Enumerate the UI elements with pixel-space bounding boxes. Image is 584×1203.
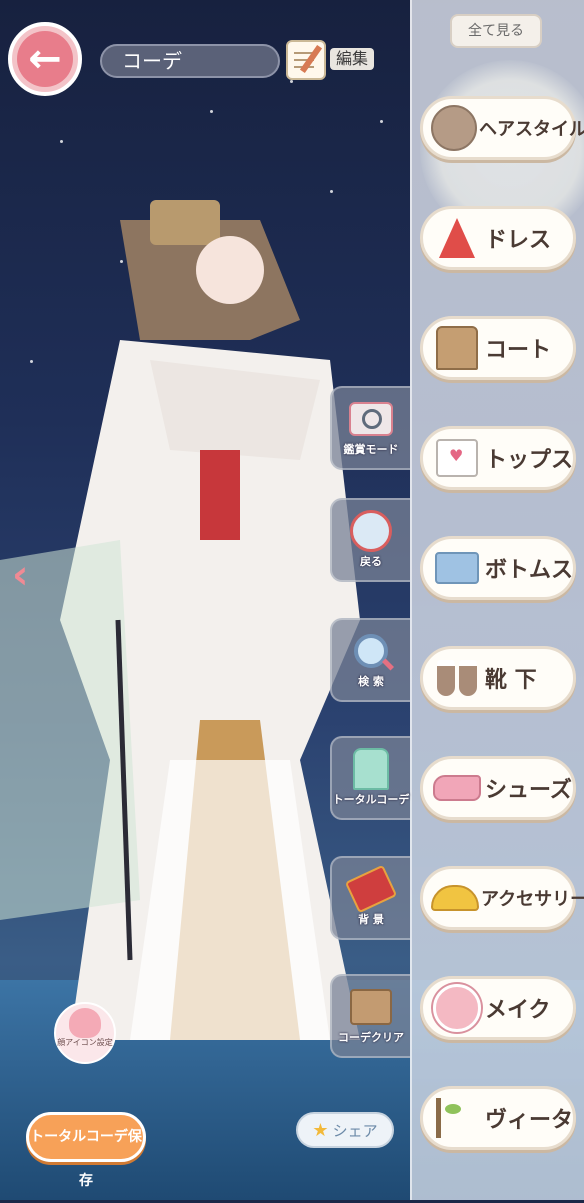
category-tops[interactable]: トップス: [420, 426, 576, 490]
star: [210, 110, 213, 113]
clear-outfit-button[interactable]: コーデクリア: [330, 974, 410, 1058]
face-icon-setting-button[interactable]: 顔アイコン設定: [54, 1002, 116, 1064]
socks-icon: [431, 652, 483, 704]
coat-icon: [431, 322, 483, 374]
category-label: ボトムス: [484, 558, 573, 583]
see-all-button[interactable]: 全て見る: [450, 14, 542, 48]
category-vita[interactable]: ヴィータ: [420, 1086, 576, 1150]
undo-icon: [349, 510, 393, 552]
category-label: メイク: [485, 998, 551, 1023]
edit-button[interactable]: 編集: [286, 40, 378, 82]
save-total-outfit-button[interactable]: トータルコーデ保存: [26, 1112, 146, 1189]
total-outfit-button[interactable]: トータルコーデ: [330, 736, 410, 820]
category-accessory[interactable]: アクセサリー: [420, 866, 584, 930]
notepad-pencil-icon: [286, 40, 326, 80]
category-dress[interactable]: ドレス: [420, 206, 576, 270]
edit-label: 編集: [330, 48, 375, 70]
category-shoes[interactable]: シューズ: [420, 756, 576, 820]
share-button[interactable]: ★ シェア: [296, 1112, 394, 1148]
background-button[interactable]: 背 景: [330, 856, 410, 940]
category-label: コート: [485, 338, 552, 363]
side-tool-label: 検 索: [358, 675, 384, 688]
makeup-icon: [431, 982, 483, 1034]
view-mode-button[interactable]: 鑑賞モード: [330, 386, 410, 470]
tops-icon: [431, 432, 483, 484]
previous-arrow-icon[interactable]: ‹: [12, 550, 42, 600]
side-tool-label: 背 景: [358, 913, 384, 926]
hair-icon: [431, 102, 477, 154]
category-socks[interactable]: 靴 下: [420, 646, 576, 710]
star: [330, 190, 333, 193]
category-hair[interactable]: ヘアスタイル: [420, 96, 584, 160]
category-makeup[interactable]: メイク: [420, 976, 576, 1040]
camera-icon: [349, 399, 393, 439]
share-label: シェア: [332, 1121, 378, 1140]
star-icon: ★: [312, 1119, 329, 1141]
category-label: アクセサリー: [481, 889, 584, 910]
vita-icon: [431, 1092, 483, 1144]
shoes-icon: [431, 762, 483, 814]
undo-button[interactable]: 戻る: [330, 498, 410, 582]
side-tool-label: トータルコーデ: [332, 793, 410, 806]
category-label: ヴィータ: [484, 1108, 573, 1133]
star: [60, 140, 63, 143]
category-label: トップス: [484, 448, 573, 473]
outfit-name-field[interactable]: コーデ: [100, 44, 280, 78]
category-label: 靴 下: [485, 668, 537, 693]
dress-icon: [431, 212, 483, 264]
category-label: シューズ: [485, 778, 572, 803]
side-tool-label: 鑑賞モード: [343, 443, 399, 456]
side-tool-label: 戻る: [360, 555, 382, 568]
star: [380, 120, 383, 123]
side-tool-label: コーデクリア: [338, 1031, 404, 1044]
face-avatar-icon: [69, 1008, 101, 1038]
search-button[interactable]: 検 索: [330, 618, 410, 702]
total-outfit-icon: [349, 748, 393, 790]
accessory-icon: [431, 872, 479, 924]
category-bottoms[interactable]: ボトムス: [420, 536, 576, 600]
category-label: ヘアスタイル: [479, 119, 584, 140]
back-button[interactable]: ←: [8, 22, 82, 96]
paint-brush-icon: [344, 864, 398, 914]
search-icon: [349, 631, 393, 671]
category-coat[interactable]: コート: [420, 316, 576, 380]
category-label: ドレス: [485, 228, 552, 253]
face-icon-label: 顔アイコン設定: [57, 1038, 113, 1047]
bottoms-icon: [431, 542, 483, 594]
arrow-left-icon: ←: [17, 31, 73, 87]
clear-box-icon: [349, 987, 393, 1027]
